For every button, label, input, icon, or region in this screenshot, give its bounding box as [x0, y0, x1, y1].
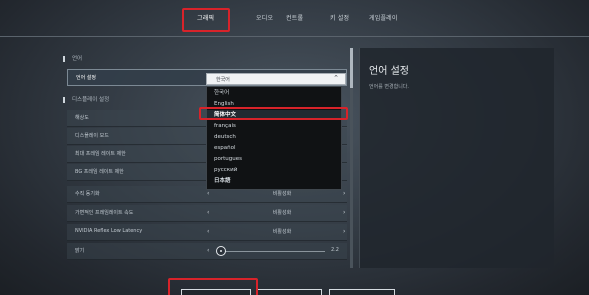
settings-scrollbar-thumb[interactable]: [350, 48, 353, 88]
nav-divider: [0, 36, 589, 37]
setting-value: 비활성화: [272, 191, 292, 197]
brightness-slider-track[interactable]: [217, 251, 325, 252]
setting-label: 언어 설정: [76, 75, 96, 81]
info-description: 언어를 변경합니다.: [369, 84, 409, 90]
language-option-korean[interactable]: 한국어: [214, 88, 229, 98]
language-option-german[interactable]: deutsch: [214, 132, 236, 142]
tab-gameplay[interactable]: 게임플레이: [369, 13, 398, 22]
language-dropdown[interactable]: 한국어 ⌃: [206, 73, 346, 85]
arrow-right-icon[interactable]: ›: [343, 190, 345, 198]
arrow-left-icon[interactable]: ‹: [207, 190, 209, 198]
language-option-french[interactable]: français: [214, 121, 236, 131]
tab-audio[interactable]: 오디오: [256, 13, 273, 22]
tab-controls[interactable]: 컨트롤: [286, 13, 303, 22]
arrow-right-icon[interactable]: ›: [343, 228, 345, 236]
language-dropdown-list: 한국어 English 简体中文 français deutsch españo…: [206, 86, 342, 190]
brightness-value: 2.2: [331, 247, 339, 253]
tab-key-settings[interactable]: 키 설정: [330, 13, 349, 22]
section-marker: [63, 56, 65, 62]
language-option-russian[interactable]: русский: [214, 165, 237, 175]
setting-label: NVIDIA Reflex Low Latency: [75, 228, 143, 234]
dropdown-selected-value: 한국어: [216, 77, 230, 83]
setting-value: 비활성화: [272, 229, 292, 235]
section-title: 디스플레이 설정: [72, 97, 110, 103]
setting-row-brightness[interactable]: 밝기 ‹ 2.2: [67, 243, 347, 260]
arrow-left-icon[interactable]: ‹: [207, 228, 209, 236]
setting-label: BG 프레임 레이트 제한: [75, 169, 124, 175]
top-navigation: 그래픽 오디오 컨트롤 키 설정 게임플레이: [0, 6, 589, 34]
apply-button-highlight: [168, 278, 258, 295]
brightness-slider-knob[interactable]: [216, 246, 226, 256]
section-title: 언어: [72, 56, 83, 62]
setting-label: 가변적인 프레임레이트 속도: [75, 210, 134, 216]
setting-label: 밝기: [75, 248, 85, 254]
language-option-portuguese[interactable]: portugues: [214, 154, 242, 164]
setting-label: 수직 동기화: [75, 191, 100, 197]
setting-label: 최대 프레임 레이트 제한: [75, 151, 126, 157]
setting-value: 비활성화: [272, 210, 292, 216]
setting-row-variable-framerate[interactable]: 가변적인 프레임레이트 속도 ‹ 비활성화 ›: [67, 205, 347, 222]
info-panel: 언어 설정 언어를 변경합니다.: [359, 48, 554, 268]
chevron-up-icon: ⌃: [333, 74, 339, 82]
section-header-language: 언어: [62, 53, 347, 65]
bottom-button-back[interactable]: [329, 289, 395, 295]
setting-row-nvidia-reflex[interactable]: NVIDIA Reflex Low Latency ‹ 비활성화 ›: [67, 224, 347, 241]
graphics-tab-highlight: [182, 8, 230, 32]
bottom-button-reset[interactable]: [256, 289, 322, 295]
arrow-right-icon[interactable]: ›: [343, 209, 345, 217]
setting-label: 디스플레이 모드: [75, 133, 109, 139]
setting-label: 해상도: [75, 115, 89, 121]
arrow-left-icon[interactable]: ‹: [207, 247, 209, 255]
arrow-left-icon[interactable]: ‹: [207, 209, 209, 217]
language-option-japanese[interactable]: 日本語: [214, 176, 231, 186]
chinese-option-highlight: [199, 107, 348, 120]
language-option-spanish[interactable]: español: [214, 143, 236, 153]
info-title: 언어 설정: [369, 66, 409, 77]
section-marker: [63, 97, 65, 103]
